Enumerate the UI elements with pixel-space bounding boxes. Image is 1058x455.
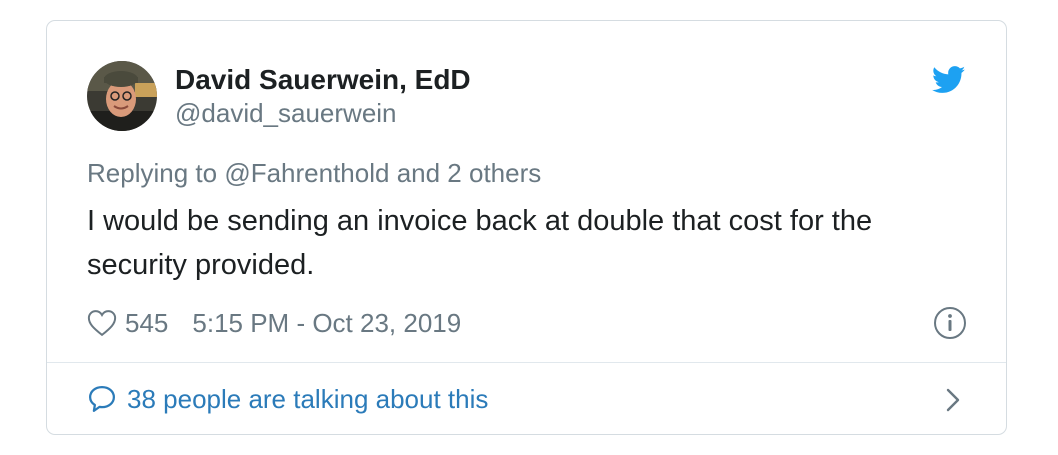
chevron-right-icon[interactable] (944, 387, 962, 413)
speech-bubble-icon (89, 386, 115, 412)
reply-to-link[interactable]: @Fahrenthold (224, 158, 389, 188)
conversation-link[interactable]: 38 people are talking about this (87, 379, 967, 419)
twitter-bird-icon[interactable] (932, 66, 966, 94)
info-icon[interactable] (933, 306, 967, 340)
reply-prefix: Replying to (87, 158, 225, 188)
author-name[interactable]: David Sauerwein, EdD (175, 63, 471, 97)
heart-icon[interactable] (87, 309, 117, 337)
avatar-image (87, 61, 157, 131)
divider (47, 362, 1006, 363)
replying-to-line: Replying to @Fahrenthold and 2 others (87, 157, 541, 189)
avatar[interactable] (87, 61, 157, 131)
reply-others-link[interactable]: and 2 others (389, 158, 542, 188)
tweet-card: David Sauerwein, EdD @david_sauerwein Re… (46, 20, 1007, 435)
author-handle[interactable]: @david_sauerwein (175, 97, 397, 129)
tweet-meta: 545 5:15 PM - Oct 23, 2019 (87, 305, 461, 341)
talking-count-text[interactable]: 38 people are talking about this (127, 384, 488, 415)
like-count[interactable]: 545 (125, 308, 168, 339)
timestamp-link[interactable]: 5:15 PM - Oct 23, 2019 (192, 308, 461, 339)
tweet-text: I would be sending an invoice back at do… (87, 205, 873, 281)
